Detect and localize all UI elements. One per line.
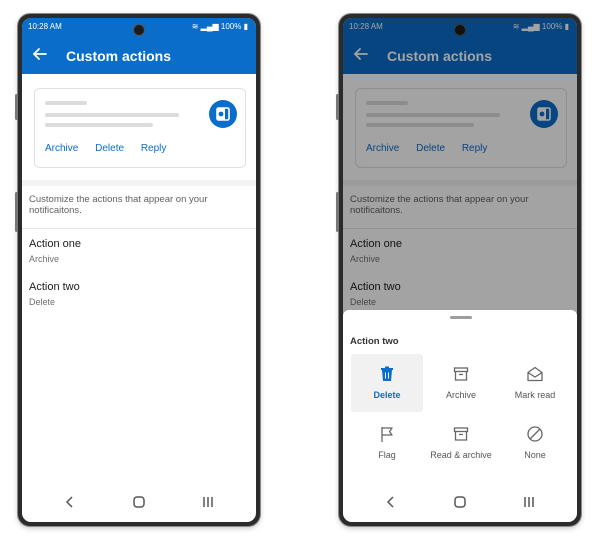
nav-recents-icon[interactable] xyxy=(200,494,216,510)
option-read-archive[interactable]: Read & archive xyxy=(425,414,497,472)
notification-preview-card: Archive Delete Reply xyxy=(34,88,246,168)
status-right: ≋ ▂▄▆ 100% ▮ xyxy=(192,22,248,31)
trash-icon xyxy=(381,366,393,381)
option-label: Read & archive xyxy=(430,450,492,460)
power-button xyxy=(15,192,18,232)
page-title: Custom actions xyxy=(66,48,172,64)
option-delete[interactable]: Delete xyxy=(351,354,423,412)
option-none[interactable]: None xyxy=(499,414,571,472)
power-button xyxy=(336,192,339,232)
volume-button xyxy=(336,94,339,120)
option-label: Delete xyxy=(373,390,401,400)
section-divider xyxy=(22,180,256,186)
app-bar: Custom actions xyxy=(22,38,256,74)
wifi-icon: ≋ xyxy=(191,22,199,31)
camera-cutout xyxy=(133,24,145,36)
preview-action-delete: Delete xyxy=(95,143,125,154)
action-two-title: Action two xyxy=(29,281,80,293)
preview-action-archive: Archive xyxy=(45,143,79,154)
prohibited-icon xyxy=(527,426,543,442)
phone-right: 10:28 AM ≋ ▂▄▆ 100% ▮ Custom actions Arc… xyxy=(336,14,581,526)
screen-right: 10:28 AM ≋ ▂▄▆ 100% ▮ Custom actions Arc… xyxy=(343,18,577,522)
action-two-value: Delete xyxy=(29,297,56,307)
flag-icon xyxy=(381,427,393,442)
nav-bar xyxy=(343,482,577,522)
status-time: 10:28 AM xyxy=(28,22,62,31)
placeholder-line xyxy=(45,113,179,117)
archive-icon xyxy=(453,427,469,441)
back-arrow-icon[interactable] xyxy=(30,44,50,64)
preview-action-reply: Reply xyxy=(140,143,167,154)
option-label: None xyxy=(524,450,546,460)
placeholder-line xyxy=(45,101,87,105)
nav-home-icon[interactable] xyxy=(452,494,468,510)
phone-left: 10:28 AM ≋ ▂▄▆ 100% ▮ Custom actions Arc… xyxy=(15,14,260,526)
placeholder-line xyxy=(45,123,153,127)
signal-icon: ▂▄▆ xyxy=(200,22,219,31)
nav-bar xyxy=(22,482,256,522)
divider xyxy=(22,228,256,229)
nav-back-icon[interactable] xyxy=(62,494,78,510)
sheet-title: Action two xyxy=(350,336,399,347)
battery-percent: 100% xyxy=(220,22,242,31)
option-archive[interactable]: Archive xyxy=(425,354,497,412)
nav-home-icon[interactable] xyxy=(131,494,147,510)
nav-back-icon[interactable] xyxy=(383,494,399,510)
volume-button xyxy=(15,94,18,120)
battery-icon: ▮ xyxy=(243,22,248,31)
action-one-title: Action one xyxy=(29,238,81,250)
option-label: Flag xyxy=(378,450,396,460)
description-text: Customize the actions that appear on you… xyxy=(29,194,208,216)
envelope-open-icon xyxy=(527,366,543,382)
sheet-drag-handle[interactable] xyxy=(450,316,472,319)
option-flag[interactable]: Flag xyxy=(351,414,423,472)
screen-left: 10:28 AM ≋ ▂▄▆ 100% ▮ Custom actions Arc… xyxy=(22,18,256,522)
option-label: Archive xyxy=(445,390,476,400)
nav-recents-icon[interactable] xyxy=(521,494,537,510)
outlook-icon xyxy=(209,100,237,128)
option-label: Mark read xyxy=(514,390,556,400)
preview-actions: Archive Delete Reply xyxy=(45,143,180,154)
option-mark-read[interactable]: Mark read xyxy=(499,354,571,412)
action-one-value: Archive xyxy=(29,254,60,264)
archive-icon xyxy=(453,367,469,381)
